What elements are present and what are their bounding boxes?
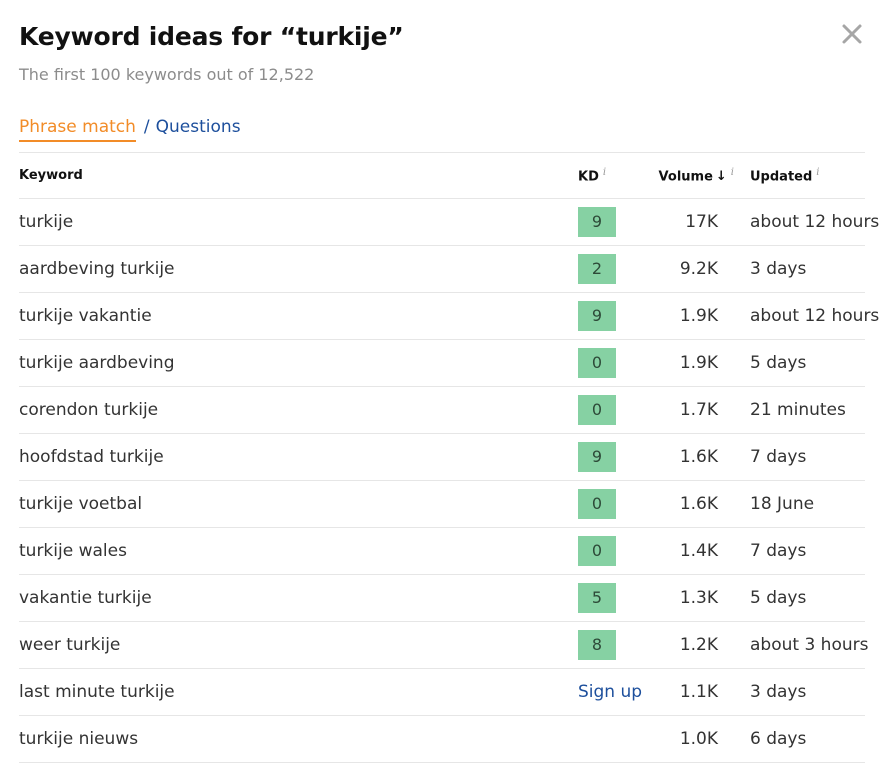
kd-cell: Sign up	[578, 668, 642, 716]
updated-cell: 5 days	[734, 339, 865, 387]
table-row[interactable]: turkije nieuws 1.0K 6 days	[19, 715, 865, 763]
close-icon[interactable]	[836, 18, 868, 50]
tab-phrase-match[interactable]: Phrase match	[19, 117, 136, 142]
kd-cell: 2	[578, 245, 638, 293]
kd-badge: 8	[578, 630, 616, 660]
kd-badge: 9	[578, 301, 616, 331]
table-row[interactable]: vakantie turkije 5 1.3K 5 days	[19, 574, 865, 622]
column-header-updated[interactable]: Updated i	[734, 152, 865, 199]
info-icon[interactable]: i	[731, 167, 734, 178]
kd-badge: 0	[578, 536, 616, 566]
dialog-title: Keyword ideas for “turkije”	[19, 22, 404, 51]
volume-cell: 1.6K	[638, 480, 734, 528]
keyword-cell[interactable]: last minute turkije	[19, 668, 578, 716]
updated-cell: about 12 hours	[734, 292, 879, 340]
table-row[interactable]: weer turkije 8 1.2K about 3 hours	[19, 621, 868, 669]
kd-badge: 2	[578, 254, 616, 284]
volume-cell: 1.9K	[638, 339, 734, 387]
updated-cell: 21 minutes	[734, 386, 865, 434]
keyword-cell[interactable]: turkije voetbal	[19, 480, 578, 528]
kd-cell: 8	[578, 621, 638, 669]
kd-cell	[578, 715, 638, 763]
keyword-cell[interactable]: turkije nieuws	[19, 715, 578, 763]
table-row[interactable]: turkije wales 0 1.4K 7 days	[19, 527, 865, 575]
kd-badge: 9	[578, 442, 616, 472]
keyword-cell[interactable]: turkije aardbeving	[19, 339, 578, 387]
table-row[interactable]: aardbeving turkije 2 9.2K 3 days	[19, 245, 865, 293]
sort-desc-icon[interactable]: ↓	[716, 169, 727, 184]
column-header-volume[interactable]: Volume ↓ i	[638, 152, 734, 199]
kd-badge: 9	[578, 207, 616, 237]
volume-cell: 9.2K	[638, 245, 734, 293]
table-row[interactable]: turkije voetbal 0 1.6K 18 June	[19, 480, 865, 528]
updated-cell: 5 days	[734, 574, 865, 622]
updated-cell: 6 days	[734, 715, 865, 763]
keyword-cell[interactable]: turkije wales	[19, 527, 578, 575]
column-header-keyword[interactable]: Keyword	[19, 152, 578, 199]
table-row[interactable]: hoofdstad turkije 9 1.6K 7 days	[19, 433, 865, 481]
kd-badge: 5	[578, 583, 616, 613]
table-row[interactable]: turkije aardbeving 0 1.9K 5 days	[19, 339, 865, 387]
tab-questions[interactable]: Questions	[156, 117, 241, 137]
match-type-tabs: Phrase match / Questions	[19, 117, 241, 142]
sign-up-link[interactable]: Sign up	[578, 682, 642, 702]
info-icon[interactable]: i	[816, 167, 819, 178]
updated-cell: about 12 hours	[734, 198, 879, 246]
keyword-cell[interactable]: corendon turkije	[19, 386, 578, 434]
table-row[interactable]: turkije 9 17K about 12 hours	[19, 198, 879, 246]
info-icon[interactable]: i	[603, 167, 606, 178]
kd-cell: 0	[578, 386, 638, 434]
table-header-row: Keyword KD i Volume ↓ i Updated i	[19, 152, 865, 199]
updated-cell: 3 days	[734, 668, 865, 716]
kd-cell: 9	[578, 433, 638, 481]
kd-badge: 0	[578, 489, 616, 519]
kd-badge: 0	[578, 395, 616, 425]
updated-cell: 3 days	[734, 245, 865, 293]
volume-cell: 1.3K	[638, 574, 734, 622]
tab-separator: /	[143, 117, 150, 137]
kd-cell: 0	[578, 480, 638, 528]
volume-cell: 1.2K	[638, 621, 734, 669]
kd-cell: 0	[578, 527, 638, 575]
volume-cell: 1.0K	[638, 715, 734, 763]
keyword-cell[interactable]: vakantie turkije	[19, 574, 578, 622]
table-row[interactable]: last minute turkije Sign up 1.1K 3 days	[19, 668, 865, 716]
column-header-kd[interactable]: KD i	[578, 152, 638, 199]
volume-cell: 1.7K	[638, 386, 734, 434]
volume-cell: 1.9K	[638, 292, 734, 340]
updated-cell: about 3 hours	[734, 621, 868, 669]
keyword-table: Keyword KD i Volume ↓ i Updated i turkije 9 …	[19, 152, 879, 763]
keyword-cell[interactable]: turkije	[19, 198, 578, 246]
updated-cell: 7 days	[734, 527, 865, 575]
keyword-cell[interactable]: aardbeving turkije	[19, 245, 578, 293]
kd-cell: 9	[578, 198, 638, 246]
keyword-cell[interactable]: turkije vakantie	[19, 292, 578, 340]
updated-cell: 7 days	[734, 433, 865, 481]
kd-cell: 9	[578, 292, 638, 340]
keyword-cell[interactable]: weer turkije	[19, 621, 578, 669]
kd-cell: 5	[578, 574, 638, 622]
volume-cell: 17K	[638, 198, 734, 246]
volume-cell: 1.1K	[638, 668, 734, 716]
volume-cell: 1.4K	[638, 527, 734, 575]
kd-badge: 0	[578, 348, 616, 378]
table-row[interactable]: turkije vakantie 9 1.9K about 12 hours	[19, 292, 879, 340]
updated-cell: 18 June	[734, 480, 865, 528]
table-row[interactable]: corendon turkije 0 1.7K 21 minutes	[19, 386, 865, 434]
dialog-subtitle: The first 100 keywords out of 12,522	[19, 65, 315, 84]
kd-cell: 0	[578, 339, 638, 387]
volume-cell: 1.6K	[638, 433, 734, 481]
keyword-cell[interactable]: hoofdstad turkije	[19, 433, 578, 481]
